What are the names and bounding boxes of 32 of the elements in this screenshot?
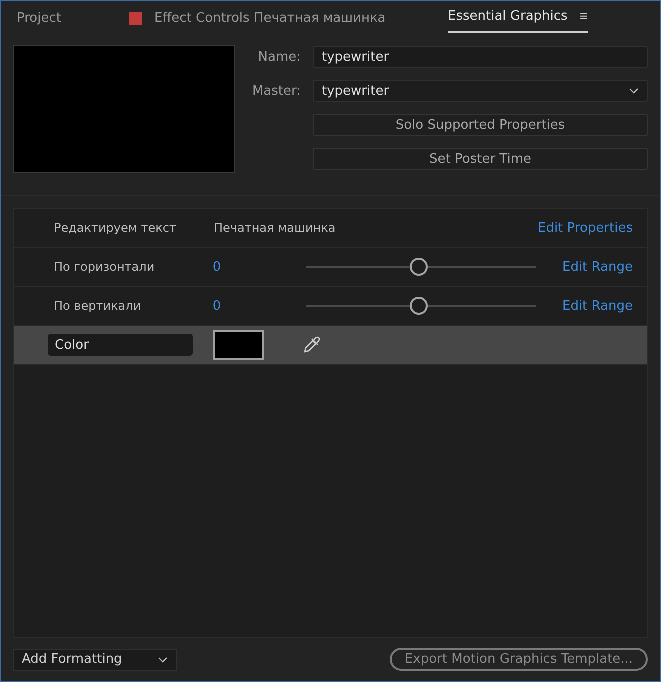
slider[interactable] xyxy=(306,296,536,316)
action-button[interactable]: Set Poster Time xyxy=(313,148,648,170)
property-label: По вертикали xyxy=(54,299,142,313)
edit-range-link[interactable]: Edit Range xyxy=(562,298,633,314)
value-scrubber[interactable]: 0 xyxy=(212,260,306,274)
slider-thumb[interactable] xyxy=(410,258,428,276)
property-label: Редактируем текст xyxy=(54,221,178,235)
slider[interactable] xyxy=(306,257,536,277)
eyedropper-icon[interactable] xyxy=(302,335,322,355)
chevron-icon xyxy=(629,88,639,94)
edit-properties-link[interactable]: Edit Properties xyxy=(538,220,633,236)
action-button[interactable]: Solo Supported Properties xyxy=(313,114,648,136)
name-field[interactable]: typewriter xyxy=(313,46,648,68)
color-swatch[interactable] xyxy=(213,330,264,360)
property-row[interactable]: Редактируем текст Печатная машинка Edit Properties xyxy=(14,209,647,248)
value-scrubber[interactable]: 0 xyxy=(212,298,306,314)
property-row[interactable]: Color xyxy=(14,326,647,365)
slider-thumb[interactable] xyxy=(410,297,428,315)
text-value: Печатная машинка xyxy=(214,221,336,235)
panel-tab[interactable]: Essential Graphics xyxy=(448,8,568,24)
edit-range-link[interactable]: Edit Range xyxy=(562,260,633,274)
add-formatting-dropdown[interactable]: Add Formatting xyxy=(13,648,177,670)
property-label: По горизонтали xyxy=(54,260,156,274)
name-label: Name: xyxy=(257,50,302,64)
master-label: Master: xyxy=(251,84,302,98)
panel-tab[interactable]: Project xyxy=(17,10,62,26)
export-button[interactable]: Export Motion Graphics Template... xyxy=(390,648,648,671)
property-name-field[interactable]: Color xyxy=(48,334,193,356)
chevron-icon xyxy=(158,656,168,662)
master-dropdown[interactable]: typewriter xyxy=(313,80,648,102)
property-row[interactable]: По горизонтали 0 Edit Range xyxy=(14,248,647,287)
panel-tab[interactable]: Effect Controls Печатная машинка xyxy=(154,10,386,26)
